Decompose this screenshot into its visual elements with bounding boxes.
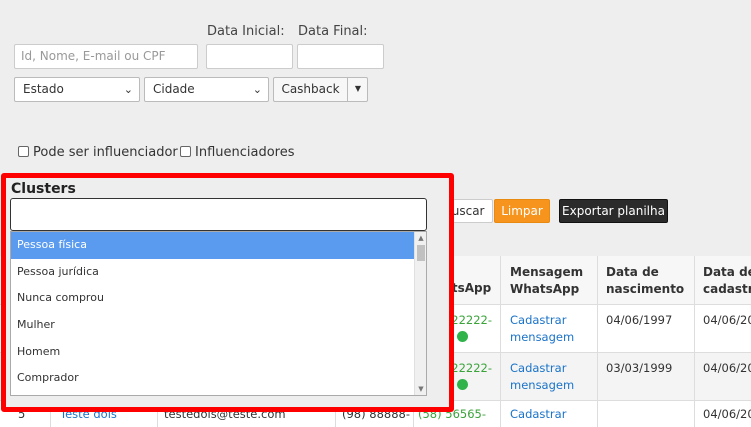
row1-cadastrar-mensagem-link[interactable]: Cadastrar mensagem xyxy=(510,312,574,346)
header-cadastro: Data de cadastro xyxy=(703,264,751,298)
pode-ser-influenciador-checkbox[interactable]: Pode ser influenciador xyxy=(18,145,178,160)
row3-cadastrar-mensagem-link[interactable]: Cadastrar xyxy=(510,406,566,423)
col-divider xyxy=(694,256,695,427)
cluster-option-pessoa-fisica[interactable]: Pessoa física xyxy=(11,232,414,259)
header-nascimento-line1: Data de xyxy=(606,265,659,279)
data-inicial-label: Data Inicial: xyxy=(207,24,285,39)
header-mensagem: Mensagem WhatsApp xyxy=(510,264,583,298)
cidade-select-value: Cidade xyxy=(153,82,195,96)
cluster-option-pessoa-juridica[interactable]: Pessoa jurídica xyxy=(11,259,414,286)
checkbox-box[interactable] xyxy=(18,146,29,157)
col-divider xyxy=(597,256,598,427)
cluster-option-mulher[interactable]: Mulher xyxy=(11,312,414,339)
search-input[interactable]: Id, Nome, E-mail ou CPF xyxy=(14,44,198,69)
data-final-input[interactable] xyxy=(297,44,384,69)
influenciadores-checkbox[interactable]: Influenciadores xyxy=(180,145,295,160)
chevron-down-icon: ⌄ xyxy=(123,83,133,96)
cidade-select[interactable]: Cidade ⌄ xyxy=(144,77,269,102)
clusters-dropdown: Pessoa física Pessoa jurídica Nunca comp… xyxy=(10,231,427,396)
header-cadastro-line1: Data de xyxy=(703,265,751,279)
limpar-button[interactable]: Limpar xyxy=(494,199,550,223)
influenciadores-label: Influenciadores xyxy=(195,145,295,160)
clusters-scrollbar[interactable]: ▲ ▼ xyxy=(414,232,426,395)
header-mensagem-line1: Mensagem xyxy=(510,265,584,279)
exportar-planilha-button[interactable]: Exportar planilha xyxy=(559,199,668,223)
cluster-option-comprador[interactable]: Comprador xyxy=(11,365,414,392)
checkbox-box[interactable] xyxy=(180,146,191,157)
msg-line1: Cadastrar xyxy=(510,361,567,375)
chevron-down-icon: ⌄ xyxy=(252,83,262,96)
msg-line2: mensagem xyxy=(510,378,575,392)
estado-select[interactable]: Estado ⌄ xyxy=(14,77,140,102)
clusters-options-list: Pessoa física Pessoa jurídica Nunca comp… xyxy=(11,232,414,392)
data-inicial-input[interactable] xyxy=(206,44,293,69)
header-nascimento: Data de nascimento xyxy=(606,264,684,298)
cluster-option-nunca-comprou[interactable]: Nunca comprou xyxy=(11,285,414,312)
row2-cadastro: 04/06/20 xyxy=(703,361,751,375)
row1-cadastro: 04/06/20 xyxy=(703,313,751,327)
header-nascimento-line2: nascimento xyxy=(606,282,685,296)
data-final-label: Data Final: xyxy=(298,24,368,39)
clusters-search-input[interactable] xyxy=(10,198,427,231)
cluster-option-homem[interactable]: Homem xyxy=(11,339,414,366)
row2-cadastrar-mensagem-link[interactable]: Cadastrar mensagem xyxy=(510,360,574,394)
row1-nascimento: 04/06/1997 xyxy=(606,313,673,327)
pode-ser-influenciador-label: Pode ser influenciador xyxy=(33,145,178,160)
cashback-button[interactable]: Cashback xyxy=(274,78,348,101)
clusters-title: Clusters xyxy=(11,181,76,197)
msg-line2: mensagem xyxy=(510,330,575,344)
cashback-dropdown-toggle[interactable]: ▼ xyxy=(349,78,367,101)
caret-down-icon: ▼ xyxy=(354,84,362,93)
col-divider xyxy=(500,256,501,427)
estado-select-value: Estado xyxy=(23,82,64,96)
whatsapp-icon[interactable] xyxy=(456,331,468,342)
scroll-up-icon[interactable]: ▲ xyxy=(415,232,426,244)
header-mensagem-line2: WhatsApp xyxy=(510,282,580,296)
cashback-button-group: Cashback ▼ xyxy=(273,77,368,102)
scroll-thumb[interactable] xyxy=(417,245,425,261)
scroll-down-icon[interactable]: ▼ xyxy=(415,383,426,395)
whatsapp-icon[interactable] xyxy=(456,379,468,390)
row2-nascimento: 03/03/1999 xyxy=(606,361,673,375)
header-cadastro-line2: cadastro xyxy=(703,282,751,296)
row3-cadastro: 04/06/20 xyxy=(703,407,751,421)
msg-line1: Cadastrar xyxy=(510,313,567,327)
clusters-panel: Clusters Pessoa física Pessoa jurídica N… xyxy=(1,173,454,412)
